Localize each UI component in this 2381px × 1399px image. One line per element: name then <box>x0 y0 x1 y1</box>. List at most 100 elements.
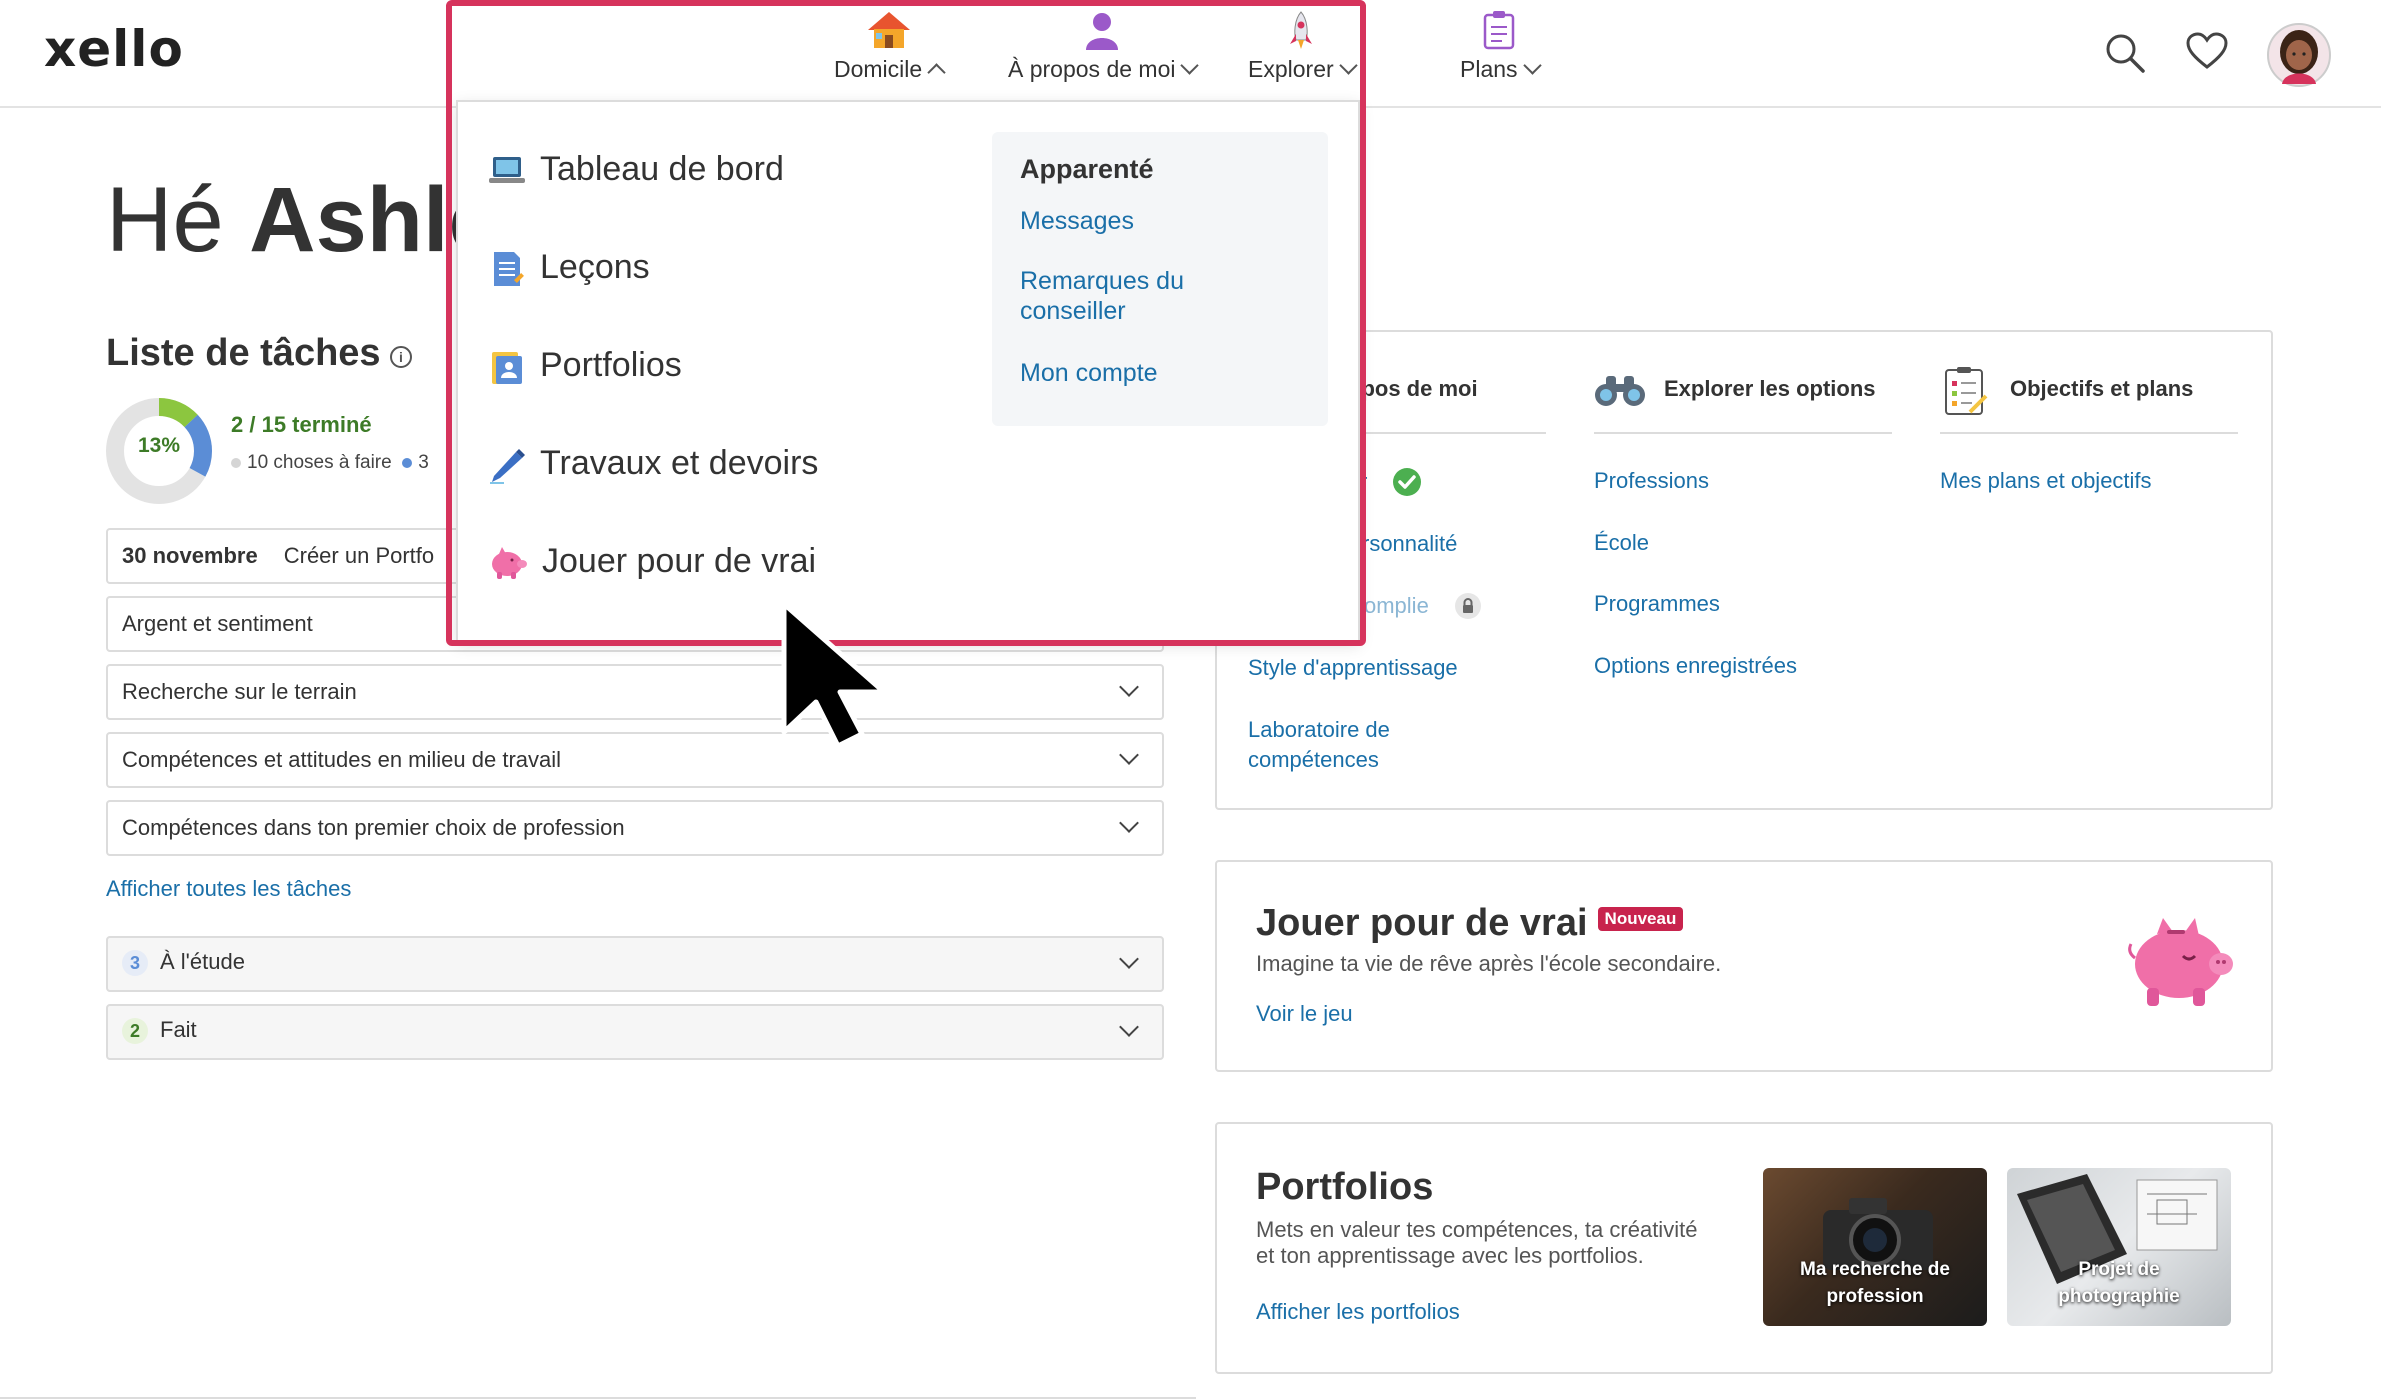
school-link[interactable]: École <box>1594 528 1649 558</box>
piggy-bank-icon <box>2128 918 2233 1006</box>
counselor-notes-line1: Remarques du <box>1020 267 1184 295</box>
laptop-icon <box>489 157 525 184</box>
skills-lab-link[interactable]: Laboratoire de compétences <box>1248 715 1478 775</box>
portfolio-card: Portfolios Mets en valeur tes compétence… <box>1215 1122 2273 1374</box>
col-explore-header: Explorer les options <box>1664 376 1876 401</box>
show-all-tasks-link[interactable]: Afficher toutes les tâches <box>106 876 351 902</box>
top-navigation-bar: xello Domicile À propos de moi Explorer <box>0 0 2381 108</box>
game-title-text: Jouer pour de vrai <box>1256 902 1588 944</box>
counselor-notes-link[interactable]: Remarques du conseiller <box>1020 266 1184 326</box>
domicile-dropdown-menu: Tableau de bord Leçons Portfolios Travau… <box>456 100 1360 642</box>
mouse-cursor-icon <box>781 601 887 749</box>
xello-logo[interactable]: xello <box>44 20 184 78</box>
locked-link: omplie <box>1364 593 1429 618</box>
lock-icon <box>1455 593 1481 619</box>
portfolio-description-line2: et ton apprentissage avec les portfolios… <box>1256 1243 1644 1268</box>
saved-options-link[interactable]: Options enregistrées <box>1594 651 1797 681</box>
game-card: Jouer pour de vrai Nouveau Imagine ta vie… <box>1215 860 2273 1072</box>
chevron-down-icon <box>1119 813 1139 833</box>
related-title: Apparenté <box>1020 154 1154 184</box>
view-game-link[interactable]: Voir le jeu <box>1256 999 1353 1029</box>
chevron-down-icon <box>1522 56 1542 75</box>
game-card-title: Jouer pour de vrai Nouveau <box>1256 902 1684 945</box>
rocket-icon <box>1290 11 1313 49</box>
task-label: Créer un Portfo <box>283 543 435 568</box>
house-icon <box>867 12 910 48</box>
active-nav-indicator <box>832 0 966 5</box>
menu-item-label: Jouer pour de vrai <box>542 542 817 580</box>
inprogress-dot <box>402 458 413 468</box>
chevron-down-icon <box>1338 56 1358 75</box>
menu-item-assignments[interactable]: Travaux et devoirs <box>488 444 819 485</box>
person-icon <box>1086 13 1119 50</box>
new-badge: Nouveau <box>1597 906 1684 931</box>
chevron-down-icon <box>1180 56 1200 75</box>
menu-item-label: Tableau de bord <box>540 150 784 188</box>
avatar[interactable] <box>2266 22 2332 88</box>
search-icon[interactable] <box>2104 32 2146 74</box>
menu-item-label: Portfolios <box>540 346 682 384</box>
progress-percent: 13% <box>138 434 181 457</box>
chevron-down-icon <box>1119 745 1139 765</box>
task-date: 30 novembre <box>122 543 258 568</box>
learning-style-link[interactable]: Style d'apprentissage <box>1248 653 1458 683</box>
portfolio-description-line1: Mets en valeur tes compétences, ta créat… <box>1256 1217 1698 1242</box>
group-label: Fait <box>160 1017 197 1042</box>
nav-about-me-label: À propos de moi <box>1008 56 1176 82</box>
todo-dot <box>231 458 241 468</box>
my-account-link[interactable]: Mon compte <box>1020 358 1158 388</box>
portfolio-tile-career-research[interactable]: Ma recherche de profession <box>1763 1168 1987 1326</box>
task-row[interactable]: Recherche sur le terrain <box>106 664 1164 720</box>
greeting-heading: Hé Ashle <box>106 168 500 273</box>
show-portfolios-link[interactable]: Afficher les portfolios <box>1256 1297 1460 1327</box>
professions-link[interactable]: Professions <box>1594 466 1709 496</box>
tile-label-line1: Projet de <box>2078 1259 2160 1280</box>
task-label: Compétences dans ton premier choix de pr… <box>122 815 625 840</box>
divider <box>1940 432 2238 434</box>
portfolio-icon <box>492 352 522 385</box>
tile-label-line1: Ma recherche de <box>1800 1259 1950 1280</box>
divider <box>1594 432 1892 434</box>
tasks-legend: 10 choses à faire 3 <box>231 452 429 474</box>
chevron-down-icon <box>1119 677 1139 697</box>
portfolio-tile-photo-project[interactable]: Projet de photographie <box>2007 1168 2231 1326</box>
chevron-down-icon <box>1119 949 1139 969</box>
chevron-up-icon <box>927 63 946 82</box>
nav-explorer-label: Explorer <box>1248 56 1334 82</box>
tasks-completed: 2 / 15 terminé <box>231 412 372 438</box>
nav-domicile[interactable]: Domicile <box>834 10 946 83</box>
tasks-total: / 15 terminé <box>249 412 372 437</box>
my-plans-link[interactable]: Mes plans et objectifs <box>1940 466 2152 496</box>
task-group-done[interactable]: 2 Fait <box>106 1004 1164 1060</box>
nav-plans[interactable]: Plans <box>1460 10 1542 83</box>
menu-item-real-game[interactable]: Jouer pour de vrai <box>488 542 816 581</box>
task-row[interactable]: Compétences et attitudes en milieu de tr… <box>106 732 1164 788</box>
menu-item-lessons[interactable]: Leçons <box>488 248 650 288</box>
menu-item-portfolios[interactable]: Portfolios <box>488 346 682 386</box>
nav-explorer[interactable]: Explorer <box>1248 10 1358 83</box>
menu-item-label: Leçons <box>540 248 650 286</box>
clipboard-icon <box>1484 11 1515 50</box>
tasks-inprogress: 3 <box>418 452 429 473</box>
counselor-notes-line2: conseiller <box>1020 297 1126 325</box>
personality-link[interactable]: rsonnalité <box>1362 529 1457 559</box>
info-icon[interactable]: i <box>390 346 412 368</box>
task-row[interactable]: Compétences dans ton premier choix de pr… <box>106 800 1164 856</box>
menu-item-label: Travaux et devoirs <box>540 444 819 482</box>
task-label: Compétences et attitudes en milieu de tr… <box>122 747 562 772</box>
document-icon <box>494 252 524 287</box>
task-group-in-review[interactable]: 3 À l'étude <box>106 936 1164 992</box>
about-me-link[interactable]: r <box>1360 467 1367 497</box>
messages-link[interactable]: Messages <box>1020 206 1134 236</box>
checklist-icon <box>1945 367 1988 415</box>
nav-about-me[interactable]: À propos de moi <box>1008 10 1200 83</box>
greeting-prefix: Hé <box>106 169 224 271</box>
task-label: Recherche sur le terrain <box>122 679 357 704</box>
programs-link[interactable]: Programmes <box>1594 589 1720 619</box>
tile-label-line2: photographie <box>2058 1286 2180 1307</box>
group-count-badge: 2 <box>122 1018 148 1044</box>
heart-icon[interactable] <box>2186 32 2228 70</box>
check-circle-icon <box>1393 468 1421 496</box>
menu-item-dashboard[interactable]: Tableau de bord <box>488 150 784 189</box>
task-list-title: Liste de tâches <box>106 332 381 374</box>
